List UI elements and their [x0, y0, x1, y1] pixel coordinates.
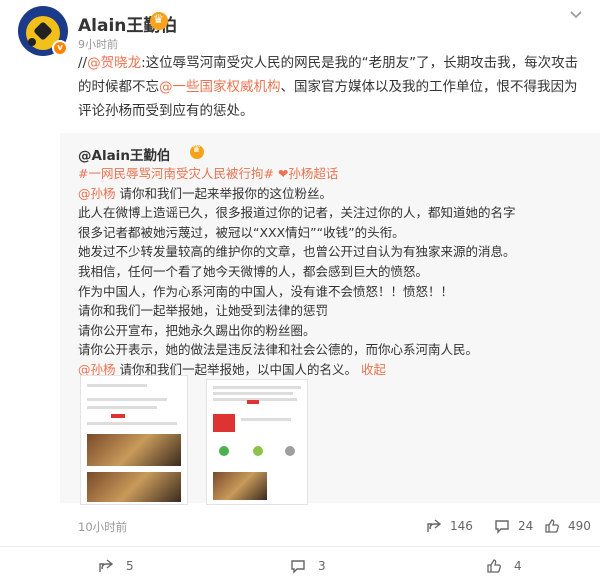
- collapse-link[interactable]: 收起: [361, 362, 386, 377]
- comment-icon: [495, 520, 509, 534]
- crown-icon: [150, 12, 168, 30]
- repost-line: 请你公开宣布，把她永久踢出你的粉丝圈。: [78, 322, 316, 338]
- sub-comment-button[interactable]: 3: [290, 556, 326, 576]
- chevron-down-icon[interactable]: [568, 6, 584, 22]
- share-icon: [99, 559, 114, 572]
- thumbs-up-icon: [545, 519, 559, 533]
- repost-username[interactable]: @Alain王勤伯: [78, 144, 170, 164]
- comment-button[interactable]: 24: [494, 516, 533, 536]
- repost-line: 她发过不少转发量较高的维护你的文章，也曾公开过自认为有独家来源的消息。: [78, 244, 516, 260]
- mention-link[interactable]: @一些国家权威机构: [159, 79, 281, 95]
- sub-like-button[interactable]: 4: [486, 556, 522, 576]
- content-prefix: //: [78, 55, 88, 71]
- mention-link[interactable]: @贺晓龙: [87, 55, 141, 71]
- comment-icon: [291, 560, 305, 574]
- repost-line: 很多记者都被她污蔑过，被冠以“XXX情妇”“收钱”的头衔。: [78, 224, 405, 240]
- share-icon: [427, 519, 442, 532]
- thumbs-up-icon: [487, 559, 501, 573]
- sub-share-button[interactable]: 5: [98, 556, 134, 576]
- like-button[interactable]: 490: [544, 516, 591, 536]
- repost-line: 作为中国人，作为心系河南的中国人，没有谁不会愤怒！！愤怒！！: [78, 283, 454, 299]
- image-thumbnail[interactable]: [206, 379, 308, 505]
- repost-line: 请你和我们一起举报她，让她受到法律的惩罚: [78, 303, 329, 319]
- verified-badge: v: [52, 40, 68, 56]
- post-content: //@贺晓龙:这位辱骂河南受灾人民的网民是我的“老朋友”了，长期攻击我，每次攻击…: [78, 51, 586, 123]
- post-time[interactable]: 9小时前: [78, 36, 118, 52]
- comment-count: 24: [518, 519, 534, 533]
- repost-line: 此人在微博上造谣已久，很多报道过你的记者，关注过你的人，都知道她的名字: [78, 205, 516, 221]
- share-button[interactable]: 146: [426, 516, 473, 536]
- repost-line: 请你公开表示，她的做法是违反法律和社会公德的，而你心系河南人民。: [78, 342, 479, 358]
- repost-time[interactable]: 10小时前: [78, 519, 127, 535]
- weibo-post: v Alain王勤伯 9小时前 //@贺晓龙:这位辱骂河南受灾人民的网民是我的“…: [0, 0, 600, 578]
- image-thumbnail[interactable]: [80, 375, 188, 505]
- topic-tags[interactable]: #一网民辱骂河南受灾人民被行拘# ❤孙杨超话: [78, 164, 588, 184]
- share-count: 146: [450, 519, 473, 533]
- crown-icon: [190, 144, 204, 159]
- repost-text: #一网民辱骂河南受灾人民被行拘# ❤孙杨超话 @孙杨 请你和我们一起来举报你的这…: [78, 164, 588, 380]
- repost-line: @孙杨 请你和我们一起来举报你的这位粉丝。: [78, 185, 332, 201]
- like-count: 490: [568, 519, 591, 533]
- sub-share-count: 5: [126, 559, 134, 573]
- sub-comment-count: 3: [318, 559, 326, 573]
- reposted-content[interactable]: @Alain王勤伯 #一网民辱骂河南受灾人民被行拘# ❤孙杨超话 @孙杨 请你和…: [60, 133, 600, 505]
- sub-like-count: 4: [514, 559, 522, 573]
- repost-line: 我相信，任何一个看了她今天微博的人，都会感到巨大的愤怒。: [78, 263, 429, 279]
- divider: [0, 546, 600, 547]
